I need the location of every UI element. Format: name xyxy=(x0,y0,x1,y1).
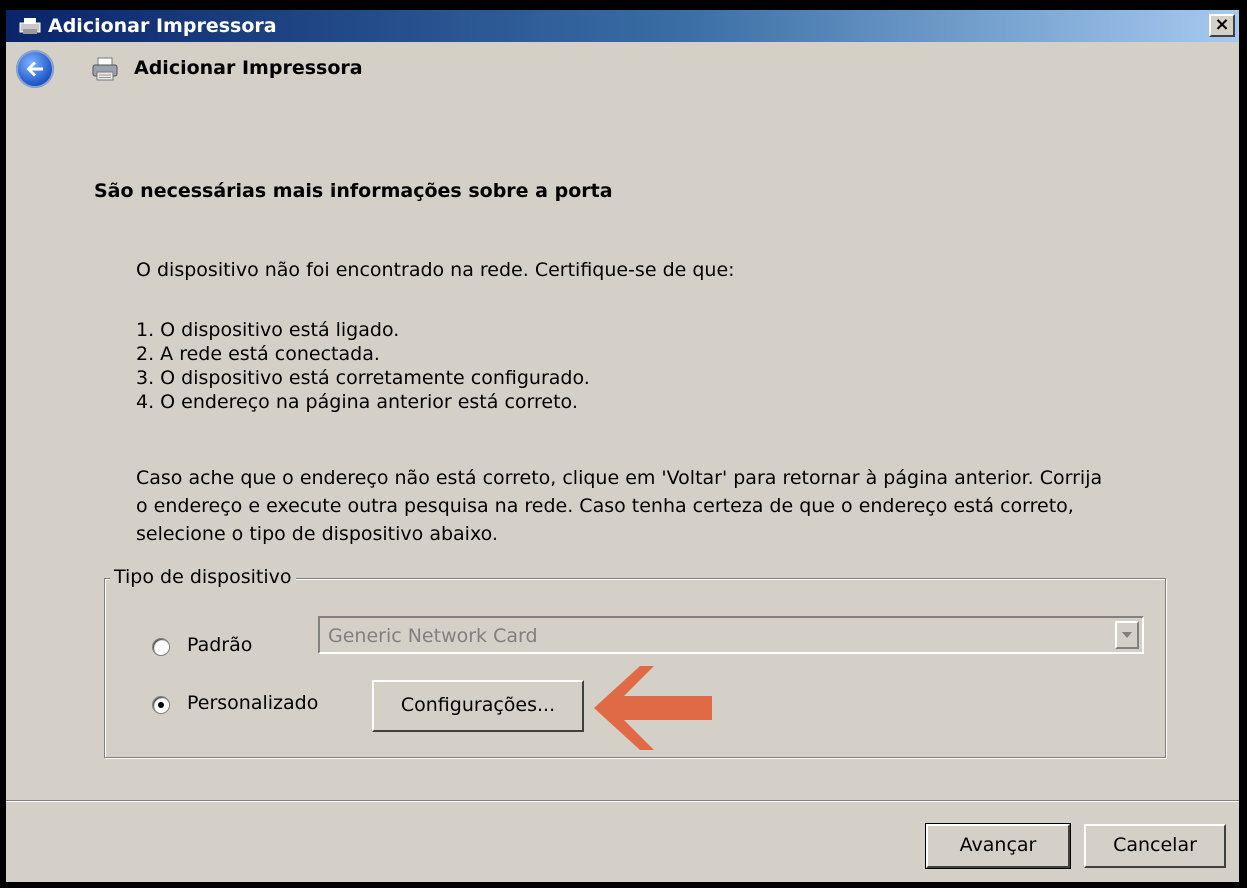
instructions-line: o endereço e execute outra pesquisa na r… xyxy=(136,495,1074,517)
checklist-item: 2. A rede está conectada. xyxy=(136,343,380,365)
back-arrow-icon xyxy=(26,61,43,77)
wizard-nav-bar: Adicionar Impressora xyxy=(6,42,1239,94)
standard-device-select[interactable]: Generic Network Card xyxy=(318,616,1144,654)
printer-icon xyxy=(90,56,120,82)
window-title: Adicionar Impressora xyxy=(48,15,277,37)
add-printer-window: Adicionar Impressora × Adicionar Impress… xyxy=(6,10,1239,882)
custom-radio-dot xyxy=(158,702,164,708)
page-heading: São necessárias mais informações sobre a… xyxy=(94,180,613,202)
footer-separator xyxy=(6,800,1239,802)
annotation-arrow xyxy=(594,666,712,750)
checklist-item: 4. O endereço na página anterior está co… xyxy=(136,391,578,413)
standard-radio-label[interactable]: Padrão xyxy=(187,633,252,657)
settings-button[interactable]: Configurações... xyxy=(372,680,584,732)
checklist-item: 1. O dispositivo está ligado. xyxy=(136,319,400,341)
intro-text: O dispositivo não foi encontrado na rede… xyxy=(136,259,735,281)
next-button[interactable]: Avançar xyxy=(925,823,1071,869)
checklist-item: 3. O dispositivo está corretamente confi… xyxy=(136,367,590,389)
wizard-title: Adicionar Impressora xyxy=(134,57,363,79)
close-button[interactable]: × xyxy=(1209,14,1235,37)
printer-icon xyxy=(18,17,44,35)
close-icon: × xyxy=(1214,14,1230,35)
dropdown-arrow-button[interactable] xyxy=(1115,621,1139,649)
title-bar[interactable]: Adicionar Impressora × xyxy=(6,10,1239,42)
cancel-button[interactable]: Cancelar xyxy=(1084,824,1226,868)
standard-radio[interactable] xyxy=(152,638,170,656)
device-type-legend: Tipo de dispositivo xyxy=(110,565,296,589)
custom-radio[interactable] xyxy=(152,696,170,714)
custom-radio-label[interactable]: Personalizado xyxy=(187,691,318,715)
instructions-line: Caso ache que o endereço não está corret… xyxy=(136,467,1103,489)
instructions-line: selecione o tipo de dispositivo abaixo. xyxy=(136,523,498,545)
back-button[interactable] xyxy=(16,50,54,88)
standard-device-value: Generic Network Card xyxy=(328,625,538,647)
dropdown-arrow-icon xyxy=(1122,632,1132,638)
